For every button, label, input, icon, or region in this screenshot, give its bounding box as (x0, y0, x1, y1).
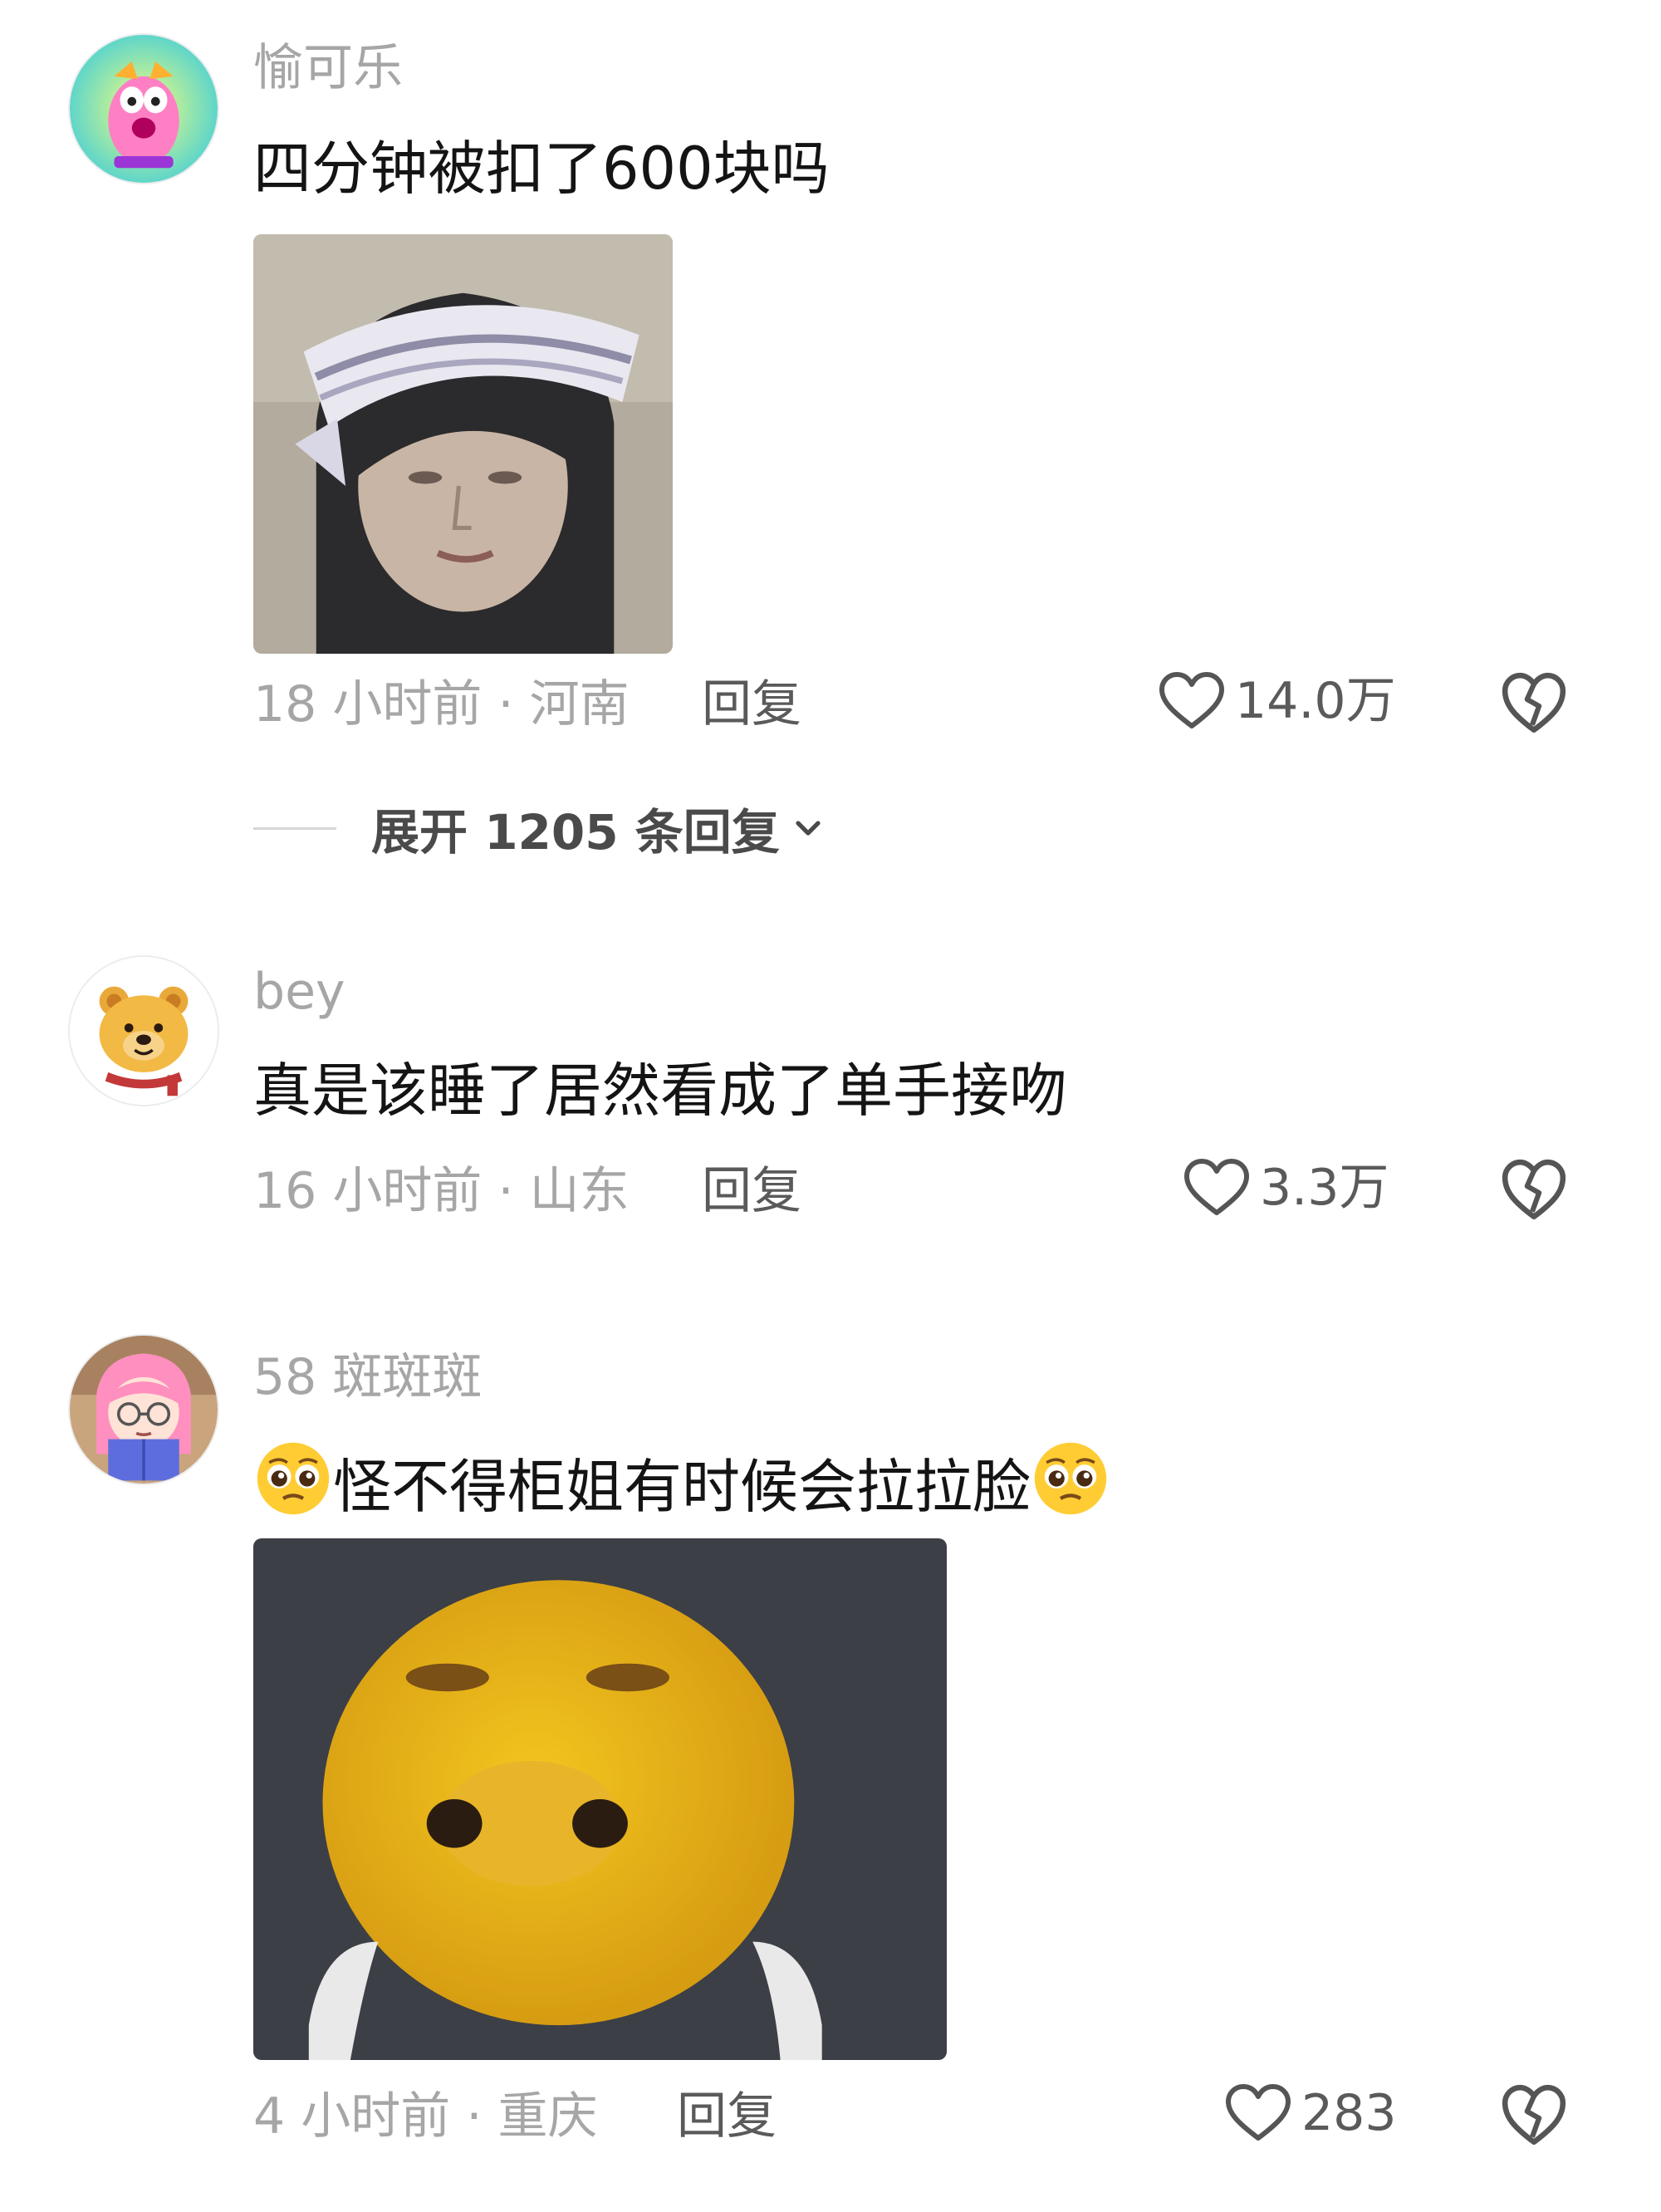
yellow-emoji-face-meme-image[interactable] (253, 1538, 947, 2060)
user-avatar[interactable] (68, 955, 219, 1106)
comment-text: 四分钟被扣了600块吗 (253, 135, 830, 203)
comment-meta: 18 小时前 · 河南 (253, 675, 630, 733)
winnie-bear-avatar-icon (70, 957, 218, 1105)
username[interactable]: 58 斑斑斑 (253, 1352, 482, 1402)
user-avatar[interactable] (68, 33, 219, 184)
like-button[interactable]: 14.0万 (1159, 671, 1396, 731)
broken-heart-icon (1502, 1159, 1566, 1220)
dislike-button[interactable] (1500, 669, 1568, 737)
reply-button[interactable]: 回复 (702, 679, 801, 729)
heart-icon (1225, 2083, 1291, 2143)
username[interactable]: bey (253, 967, 345, 1017)
comment-meta: 16 小时前 · 山东 (253, 1162, 630, 1220)
user-avatar[interactable] (68, 1334, 219, 1485)
comment-text-row: 怪不得柜姐有时候会拉拉脸 (253, 1439, 1110, 1518)
reply-button[interactable]: 回复 (677, 2092, 777, 2141)
dislike-button[interactable] (1500, 2081, 1568, 2149)
chevron-down-icon (788, 808, 828, 848)
expand-replies-button[interactable]: 展开 1205 条回复 (253, 793, 828, 863)
reply-button[interactable]: 回复 (702, 1166, 801, 1216)
girl-headband-meme-image[interactable] (253, 234, 673, 654)
divider-line (253, 826, 336, 830)
heart-icon (1183, 1158, 1250, 1218)
comment-text: 真是该睡了居然看成了单手接吻 (253, 1057, 1067, 1125)
like-button[interactable]: 283 (1225, 2083, 1397, 2143)
comment-meta: 4 小时前 · 重庆 (253, 2087, 598, 2146)
expand-replies-label: 展开 1205 条回复 (371, 804, 780, 861)
like-button[interactable]: 3.3万 (1183, 1158, 1389, 1218)
like-count: 283 (1301, 2084, 1397, 2142)
username[interactable]: 愉可乐 (253, 43, 403, 93)
pink-hair-girl-reading-avatar-icon (70, 1336, 218, 1484)
cartoon-pink-character-avatar-icon (70, 35, 218, 183)
pleading-face-emoji-icon (253, 1439, 333, 1518)
pleading-face-emoji-icon (1031, 1439, 1110, 1518)
dislike-button[interactable] (1500, 1155, 1568, 1224)
broken-heart-icon (1502, 2084, 1566, 2146)
like-count: 14.0万 (1235, 672, 1396, 730)
heart-icon (1159, 671, 1225, 731)
like-count: 3.3万 (1260, 1159, 1389, 1217)
comment-text: 怪不得柜姐有时候会拉拉脸 (333, 1453, 1031, 1521)
broken-heart-icon (1502, 672, 1566, 733)
